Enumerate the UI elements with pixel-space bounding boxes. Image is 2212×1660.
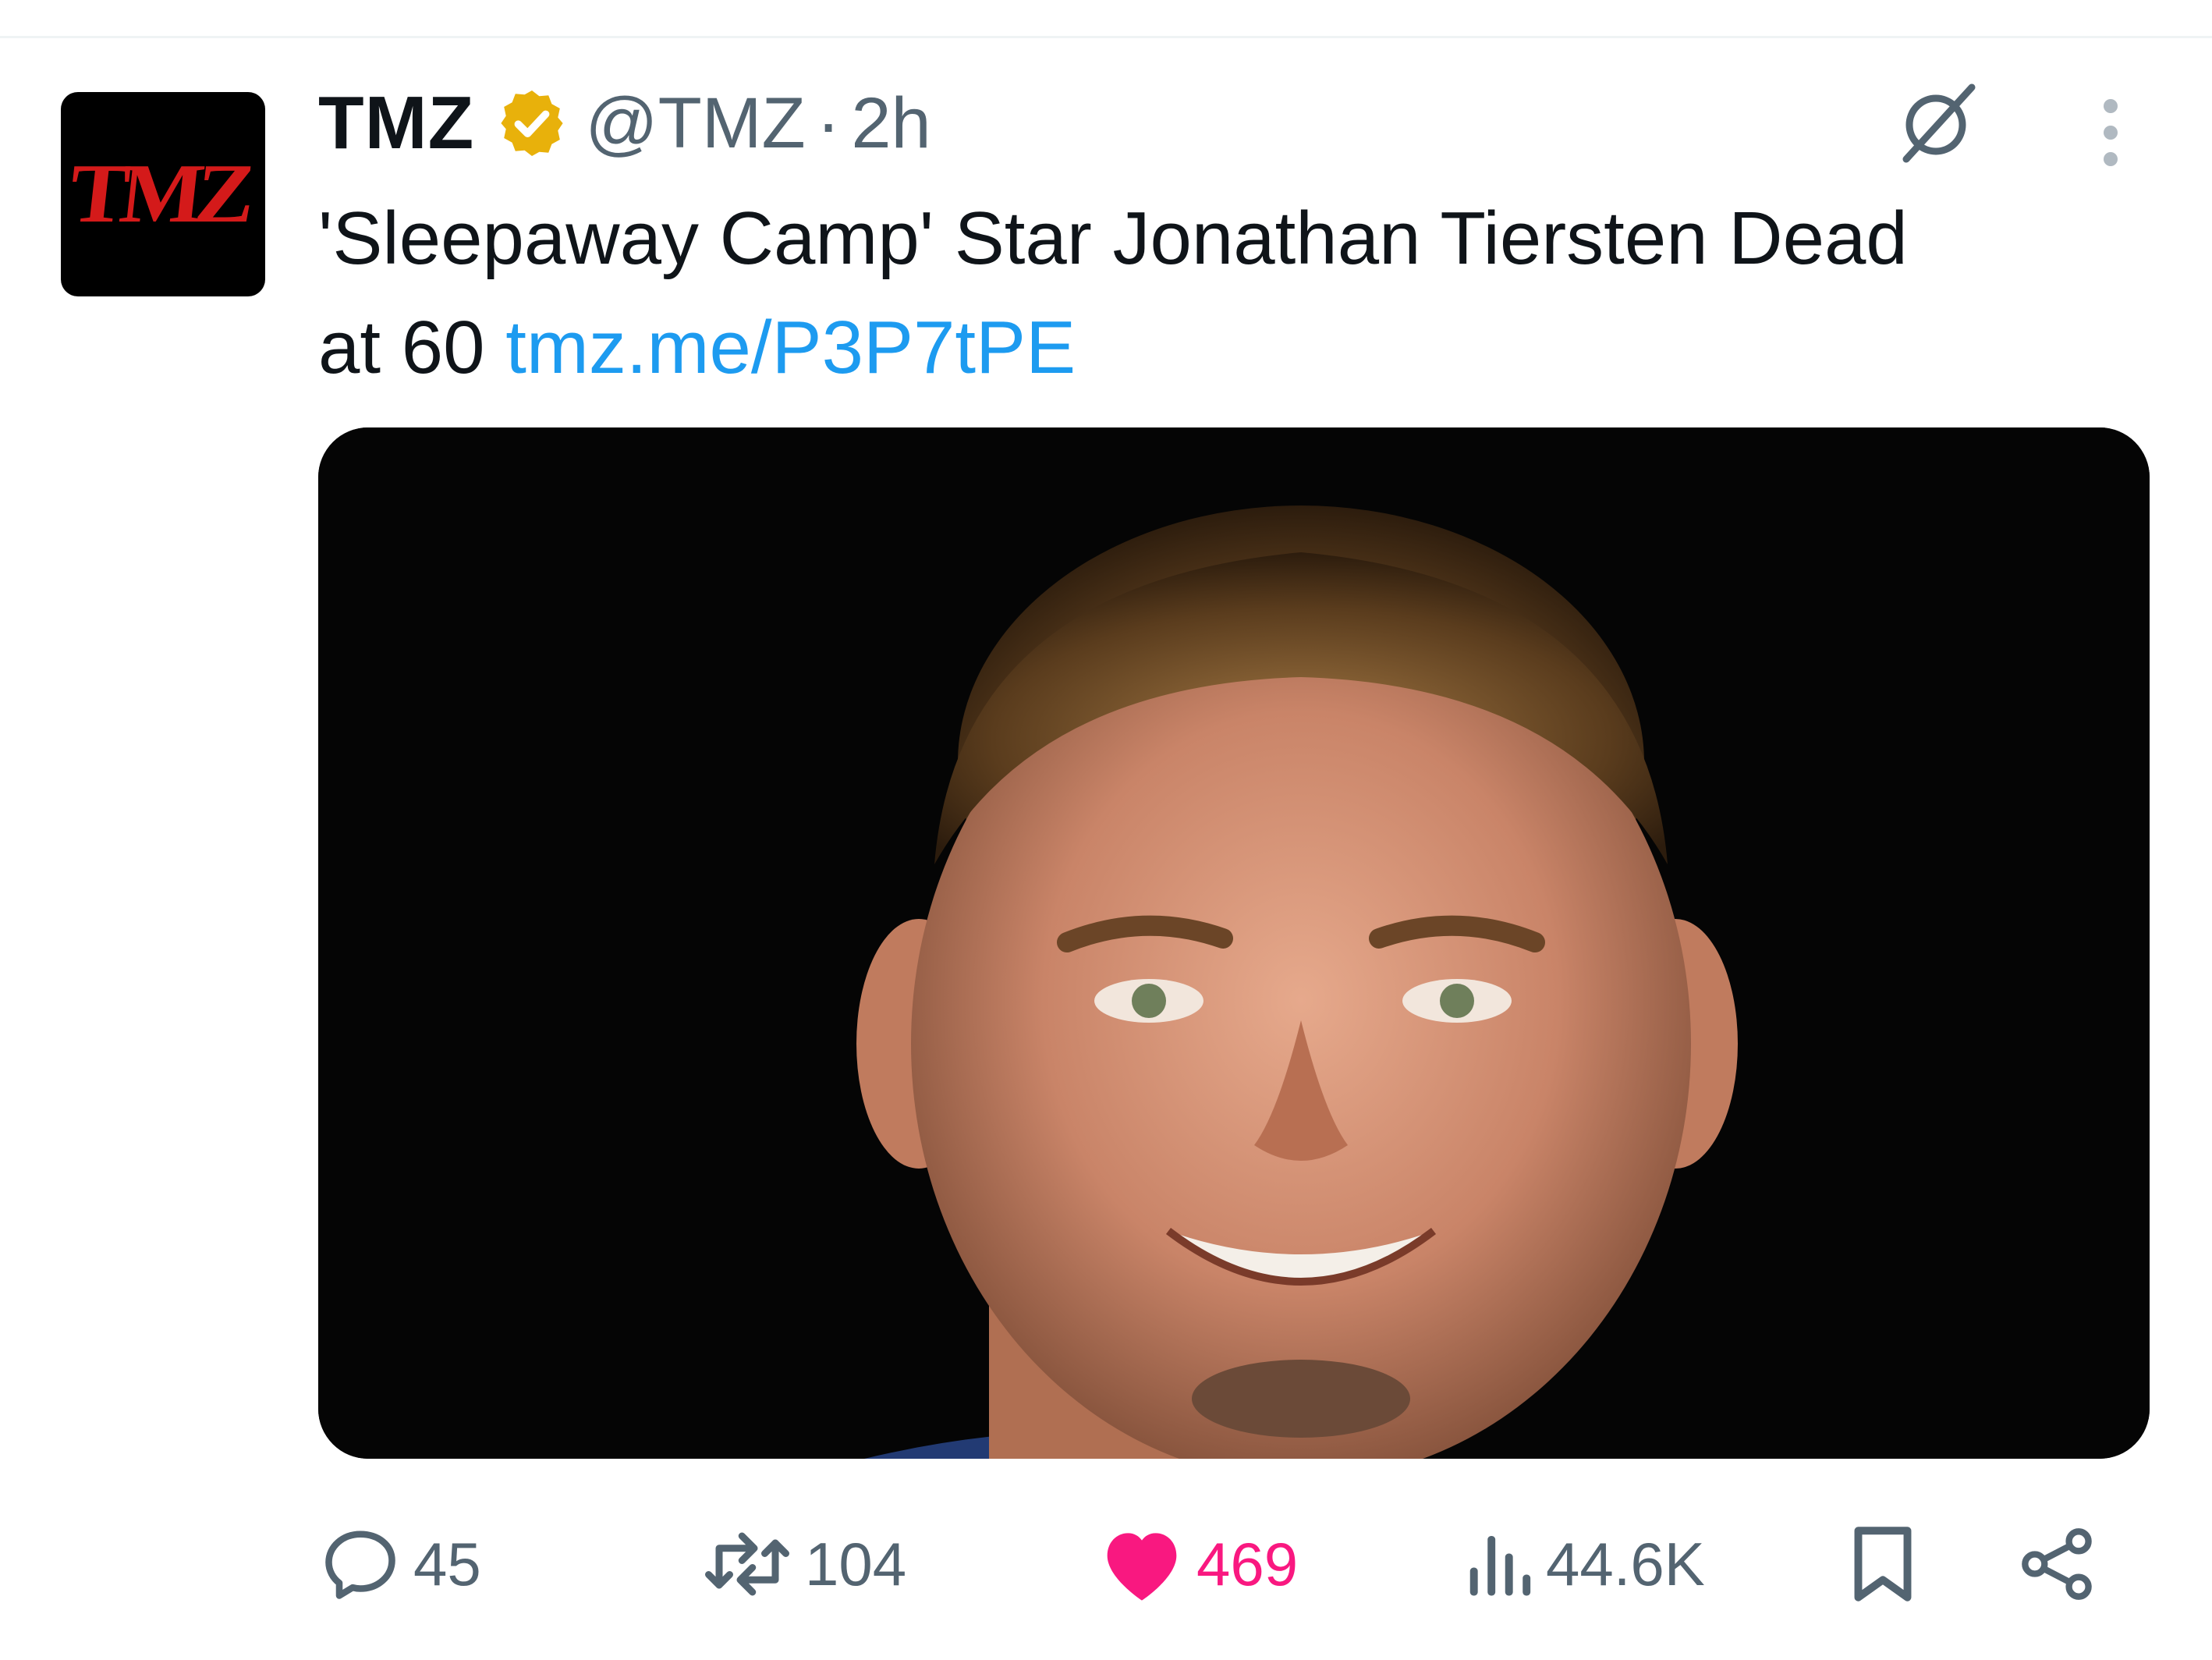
views-count: 44.6K	[1546, 1529, 1705, 1598]
user-handle[interactable]: @TMZ	[585, 83, 805, 165]
reply-count: 45	[413, 1529, 481, 1598]
reply-button[interactable]: 45	[318, 1513, 481, 1615]
more-options-icon[interactable]	[2095, 97, 2126, 168]
repost-icon	[705, 1532, 789, 1596]
post-text-line2-text: at 60	[318, 306, 485, 389]
views-button[interactable]: 44.6K	[1465, 1513, 1705, 1615]
share-button[interactable]	[2019, 1513, 2097, 1615]
grok-icon[interactable]	[1894, 78, 1981, 165]
repost-button[interactable]: 104	[700, 1513, 906, 1615]
post-media-photo[interactable]	[318, 427, 2150, 1459]
avatar-logo-text: TMZ	[65, 147, 253, 240]
reply-icon	[325, 1531, 395, 1599]
post-text-line2: at 60 tmz.me/P3P7tPE	[318, 293, 2143, 403]
action-bar: 45 104 469 44.6K	[318, 1513, 2159, 1615]
share-icon	[2022, 1528, 2092, 1600]
views-icon	[1469, 1536, 1531, 1596]
top-divider	[0, 36, 2212, 38]
portrait-photo	[318, 427, 2150, 1459]
post-time[interactable]: 2h	[851, 83, 931, 165]
post-text-line1: 'Sleepaway Camp' Star Jonathan Tiersten …	[318, 197, 1908, 280]
repost-count: 104	[805, 1529, 907, 1598]
like-count: 469	[1196, 1529, 1299, 1598]
avatar[interactable]: TMZ	[61, 92, 265, 296]
separator-dot: ·	[816, 83, 841, 163]
bookmark-button[interactable]	[1847, 1513, 1919, 1615]
display-name[interactable]: TMZ	[318, 80, 474, 166]
post-link[interactable]: tmz.me/P3P7tPE	[505, 306, 1076, 389]
like-button[interactable]: 469	[1098, 1513, 1298, 1615]
post-text: 'Sleepaway Camp' Star Jonathan Tiersten …	[318, 184, 2143, 403]
post-header: TMZ @TMZ · 2h	[318, 76, 931, 170]
verified-badge-icon[interactable]	[495, 86, 569, 161]
bookmark-icon	[1854, 1527, 1912, 1601]
like-icon	[1107, 1533, 1177, 1601]
